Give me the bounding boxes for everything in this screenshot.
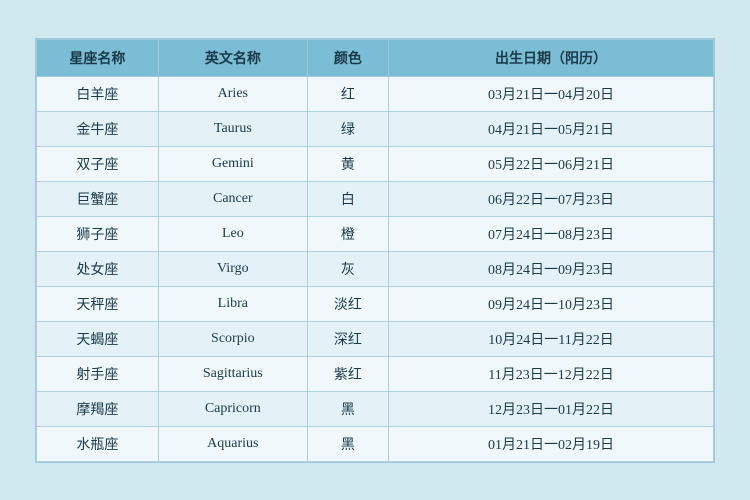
cell-date: 03月21日一04月20日: [389, 76, 714, 111]
table-row: 摩羯座Capricorn黑12月23日一01月22日: [37, 391, 714, 426]
cell-chinese: 水瓶座: [37, 426, 159, 461]
cell-date: 11月23日一12月22日: [389, 356, 714, 391]
cell-color: 深红: [307, 321, 388, 356]
table-row: 双子座Gemini黄05月22日一06月21日: [37, 146, 714, 181]
cell-chinese: 双子座: [37, 146, 159, 181]
cell-date: 06月22日一07月23日: [389, 181, 714, 216]
header-chinese-name: 星座名称: [37, 39, 159, 76]
cell-date: 04月21日一05月21日: [389, 111, 714, 146]
cell-english: Leo: [158, 216, 307, 251]
cell-chinese: 摩羯座: [37, 391, 159, 426]
cell-color: 灰: [307, 251, 388, 286]
cell-date: 12月23日一01月22日: [389, 391, 714, 426]
cell-english: Taurus: [158, 111, 307, 146]
cell-english: Gemini: [158, 146, 307, 181]
cell-english: Scorpio: [158, 321, 307, 356]
cell-english: Virgo: [158, 251, 307, 286]
table-row: 水瓶座Aquarius黑01月21日一02月19日: [37, 426, 714, 461]
cell-chinese: 白羊座: [37, 76, 159, 111]
cell-color: 绿: [307, 111, 388, 146]
table-row: 金牛座Taurus绿04月21日一05月21日: [37, 111, 714, 146]
cell-date: 10月24日一11月22日: [389, 321, 714, 356]
cell-color: 黑: [307, 391, 388, 426]
cell-english: Aries: [158, 76, 307, 111]
table-row: 天蝎座Scorpio深红10月24日一11月22日: [37, 321, 714, 356]
header-english-name: 英文名称: [158, 39, 307, 76]
header-color: 颜色: [307, 39, 388, 76]
cell-date: 09月24日一10月23日: [389, 286, 714, 321]
table-header-row: 星座名称 英文名称 颜色 出生日期（阳历）: [37, 39, 714, 76]
cell-color: 橙: [307, 216, 388, 251]
zodiac-table-container: 星座名称 英文名称 颜色 出生日期（阳历） 白羊座Aries红03月21日一04…: [35, 38, 715, 463]
table-row: 射手座Sagittarius紫红11月23日一12月22日: [37, 356, 714, 391]
table-row: 狮子座Leo橙07月24日一08月23日: [37, 216, 714, 251]
cell-chinese: 巨蟹座: [37, 181, 159, 216]
cell-chinese: 处女座: [37, 251, 159, 286]
cell-chinese: 金牛座: [37, 111, 159, 146]
table-row: 天秤座Libra淡红09月24日一10月23日: [37, 286, 714, 321]
cell-color: 黑: [307, 426, 388, 461]
cell-english: Aquarius: [158, 426, 307, 461]
cell-english: Libra: [158, 286, 307, 321]
cell-english: Sagittarius: [158, 356, 307, 391]
cell-english: Capricorn: [158, 391, 307, 426]
cell-color: 红: [307, 76, 388, 111]
cell-english: Cancer: [158, 181, 307, 216]
table-row: 处女座Virgo灰08月24日一09月23日: [37, 251, 714, 286]
cell-color: 紫红: [307, 356, 388, 391]
cell-date: 05月22日一06月21日: [389, 146, 714, 181]
table-row: 巨蟹座Cancer白06月22日一07月23日: [37, 181, 714, 216]
cell-color: 淡红: [307, 286, 388, 321]
table-row: 白羊座Aries红03月21日一04月20日: [37, 76, 714, 111]
cell-chinese: 天蝎座: [37, 321, 159, 356]
cell-color: 白: [307, 181, 388, 216]
cell-chinese: 天秤座: [37, 286, 159, 321]
cell-chinese: 狮子座: [37, 216, 159, 251]
zodiac-table: 星座名称 英文名称 颜色 出生日期（阳历） 白羊座Aries红03月21日一04…: [36, 39, 714, 462]
header-date: 出生日期（阳历）: [389, 39, 714, 76]
cell-date: 07月24日一08月23日: [389, 216, 714, 251]
cell-date: 08月24日一09月23日: [389, 251, 714, 286]
cell-chinese: 射手座: [37, 356, 159, 391]
cell-date: 01月21日一02月19日: [389, 426, 714, 461]
cell-color: 黄: [307, 146, 388, 181]
